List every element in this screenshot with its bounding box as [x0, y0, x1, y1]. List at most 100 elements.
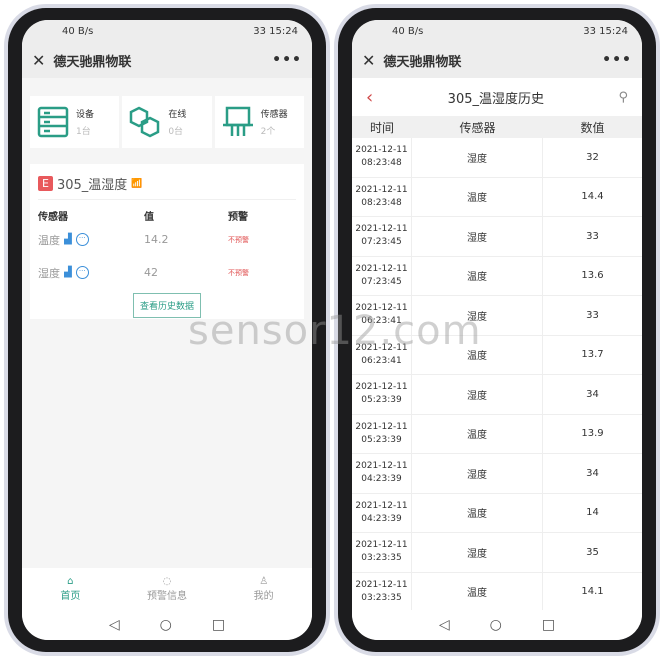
stat-count: 2个	[260, 127, 276, 137]
row-sensor: 湿度	[412, 533, 543, 572]
row-date: 2021-12-11	[355, 421, 408, 432]
sensor-row: 湿度 ▟ ··· 42 不预警	[38, 256, 296, 289]
row-sensor: 湿度	[412, 375, 543, 414]
stat-count: 0台	[168, 127, 184, 137]
col-time: 时间	[369, 120, 394, 135]
more-icon[interactable]: •••	[602, 52, 632, 68]
col-value: 数值	[580, 120, 605, 135]
col-value: 值	[144, 212, 154, 223]
row-date: 2021-12-11	[355, 579, 408, 590]
row-sensor: 湿度	[412, 454, 543, 493]
row-date: 2021-12-11	[355, 540, 408, 551]
row-value: 14.1	[581, 586, 604, 598]
row-sensor: 温度	[412, 572, 543, 611]
sensor-name: 温度	[38, 233, 60, 247]
col-warning: 预警	[228, 212, 248, 223]
table-row: 2021-12-11 03:23:35 湿度 35	[352, 533, 642, 573]
table-row: 2021-12-11 03:23:35 温度 14.1	[352, 572, 642, 612]
row-time: 06:23:41	[361, 316, 402, 327]
status-bar: 40 B/s 33 15:24	[352, 20, 642, 42]
row-value: 13.6	[581, 270, 604, 282]
row-time: 04:23:39	[361, 474, 402, 485]
row-value: 14.4	[581, 191, 604, 203]
chart-icon[interactable]: ▟	[64, 234, 72, 245]
device-card: E 305_温湿度 📶 传感器值预警 温度 ▟ ··· 14.2 不预警 湿度 ▟ ··· 42 不…	[30, 164, 304, 319]
tab-alerts[interactable]: ◌ 预警信息	[119, 568, 216, 610]
tab-me[interactable]: ♙ 我的	[215, 568, 312, 610]
sensor-warning: 不预警	[228, 268, 249, 277]
table-row: 2021-12-11 08:23:48 湿度 32	[352, 138, 642, 178]
back-nav-icon[interactable]: ◁	[439, 617, 450, 633]
table-row: 2021-12-11 08:23:48 温度 14.4	[352, 177, 642, 217]
row-value: 13.7	[581, 349, 604, 361]
tab-label: 首页	[60, 591, 81, 602]
user-icon: ♙	[259, 576, 269, 587]
search-icon[interactable]: ⚲	[618, 90, 628, 105]
close-icon[interactable]: ✕	[362, 51, 375, 70]
recent-nav-icon[interactable]: □	[212, 617, 225, 633]
row-sensor: 湿度	[412, 217, 543, 256]
row-time: 07:23:45	[361, 237, 402, 248]
row-date: 2021-12-11	[355, 184, 408, 195]
tab-home[interactable]: ⌂ 首页	[22, 568, 119, 610]
stat-devices[interactable]: 设备 1台	[30, 96, 120, 148]
status-speed: 40 B/s	[62, 25, 94, 37]
back-nav-icon[interactable]: ◁	[109, 617, 120, 633]
row-time: 05:23:39	[361, 434, 402, 445]
table-row: 2021-12-11 07:23:45 湿度 33	[352, 217, 642, 257]
back-icon[interactable]: ‹	[366, 87, 373, 108]
phone-left: 40 B/s 33 15:24 ✕ 德天驰鼎物联 ••• 设备 1台 在线 0台 传感器 2…	[4, 4, 330, 656]
stat-count: 1台	[76, 127, 91, 137]
device-badge: E	[38, 176, 53, 191]
row-value: 33	[586, 309, 599, 321]
row-value: 32	[586, 151, 599, 163]
table-row: 2021-12-11 04:23:39 湿度 34	[352, 454, 642, 494]
app-title: 德天驰鼎物联	[383, 54, 462, 70]
row-date: 2021-12-11	[355, 145, 408, 156]
stat-online[interactable]: 在线 0台	[122, 96, 212, 148]
wifi-icon: 📶	[131, 178, 143, 189]
home-icon: ⌂	[67, 576, 74, 587]
row-date: 2021-12-11	[355, 382, 408, 393]
phone-right: 40 B/s 33 15:24 ✕ 德天驰鼎物联 ••• ‹ 305_温湿度历史 ⚲ 时间…	[334, 4, 660, 656]
sensor-name: 湿度	[38, 266, 60, 280]
battery-level: 33	[253, 25, 266, 37]
row-date: 2021-12-11	[355, 263, 408, 274]
status-time: 15:24	[269, 25, 298, 37]
battery-level: 33	[583, 25, 596, 37]
row-value: 13.9	[581, 428, 604, 440]
table-row: 2021-12-11 06:23:41 温度 13.7	[352, 335, 642, 375]
more-circle-icon[interactable]: ···	[75, 233, 89, 246]
row-sensor: 湿度	[412, 296, 543, 335]
stat-label: 设备	[76, 110, 95, 120]
status-bar: 40 B/s 33 15:24	[22, 20, 312, 42]
row-time: 08:23:48	[361, 197, 402, 208]
recent-nav-icon[interactable]: □	[542, 617, 555, 633]
row-value: 34	[586, 467, 599, 479]
page-title: 305_温湿度历史	[447, 91, 544, 107]
more-circle-icon[interactable]: ···	[75, 266, 89, 279]
close-icon[interactable]: ✕	[32, 51, 45, 70]
chart-icon[interactable]: ▟	[64, 267, 72, 278]
row-date: 2021-12-11	[355, 461, 408, 472]
home-nav-icon[interactable]: ○	[160, 617, 172, 633]
sensor-icon	[222, 106, 253, 136]
sensor-row: 温度 ▟ ··· 14.2 不预警	[38, 223, 296, 256]
row-value: 33	[586, 230, 599, 242]
device-name: 305_温湿度	[56, 178, 128, 193]
row-date: 2021-12-11	[355, 224, 408, 235]
row-value: 35	[586, 546, 599, 558]
row-time: 08:23:48	[361, 158, 402, 169]
row-time: 06:23:41	[361, 355, 402, 366]
stat-label: 在线	[168, 110, 187, 120]
tab-label: 预警信息	[147, 591, 187, 602]
row-time: 03:23:35	[361, 592, 402, 603]
view-history-button[interactable]: 查看历史数据	[132, 293, 201, 318]
home-nav-icon[interactable]: ○	[490, 617, 502, 633]
tab-label: 我的	[253, 591, 274, 602]
row-value: 34	[586, 388, 599, 400]
stat-sensors[interactable]: 传感器 2个	[214, 96, 304, 148]
row-time: 05:23:39	[361, 395, 402, 406]
more-icon[interactable]: •••	[272, 52, 302, 68]
stat-label: 传感器	[260, 110, 288, 120]
